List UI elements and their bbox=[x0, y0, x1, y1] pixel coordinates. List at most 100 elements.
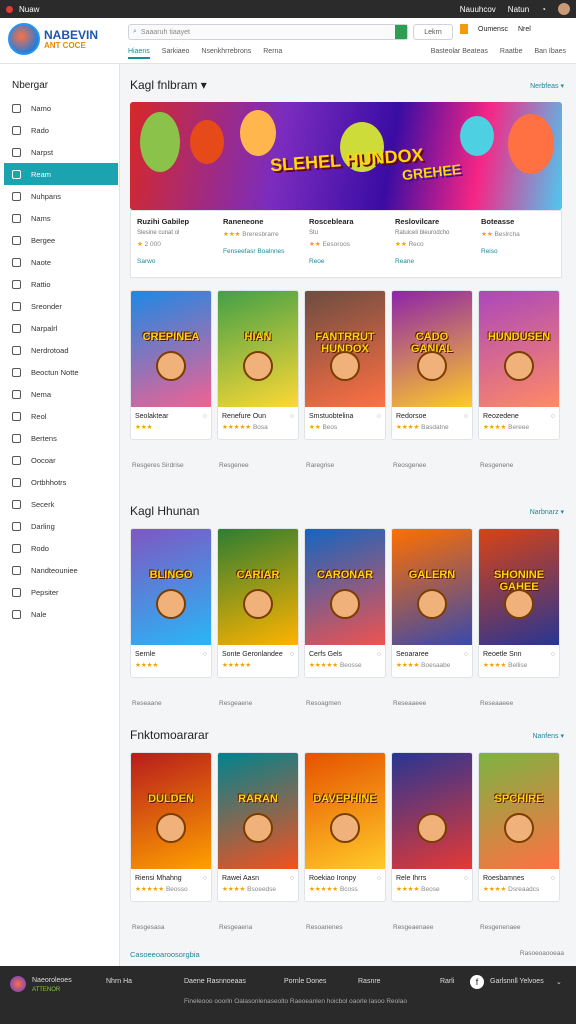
section-link-3[interactable]: Nanfens ▾ bbox=[532, 732, 564, 740]
footer-link-4[interactable]: Rasnre bbox=[358, 978, 381, 985]
sidebar-item[interactable]: Ortbhhotrs bbox=[0, 471, 119, 493]
info-icon[interactable]: ○ bbox=[290, 413, 294, 420]
game-thumbnail[interactable]: GALERN bbox=[392, 529, 472, 645]
game-card[interactable]: GALERN Seoararee ○ ★★★★ Boesaabe bbox=[391, 528, 473, 678]
site-logo[interactable]: NABEVIN ANT COCE bbox=[8, 23, 98, 55]
sidebar-item[interactable]: Rodo bbox=[0, 537, 119, 559]
game-card[interactable]: HUNDUSEN Reozedene ○ ★★★★ Bereee bbox=[478, 290, 560, 440]
nav-right-3[interactable]: Ban Ibaes bbox=[534, 48, 566, 55]
game-card[interactable]: BLINGO Sernle ○ ★★★★ bbox=[130, 528, 212, 678]
info-icon[interactable]: ○ bbox=[203, 413, 207, 420]
sidebar-item[interactable]: Ream bbox=[4, 163, 118, 185]
info-icon[interactable]: ○ bbox=[290, 875, 294, 882]
game-card[interactable]: CARIAR Sonte Geronlandee ○ ★★★★★ bbox=[217, 528, 299, 678]
game-thumbnail[interactable]: SHONINE GAHEE bbox=[479, 529, 559, 645]
game-thumbnail[interactable]: FANTRRUT HUNDOX bbox=[305, 291, 385, 407]
section-link-2[interactable]: Narbnarz ▾ bbox=[530, 508, 564, 516]
info-icon[interactable]: ○ bbox=[464, 413, 468, 420]
info-icon[interactable]: ○ bbox=[551, 651, 555, 658]
game-card[interactable]: CADO GANIAL Redorsoe ○ ★★★★ Basdatne bbox=[391, 290, 473, 440]
section-title-2[interactable]: Kagl Hhunan bbox=[130, 504, 199, 518]
sidebar-item[interactable]: Nuhpans bbox=[0, 185, 119, 207]
footer-link-1[interactable]: Nhrn Ha bbox=[106, 978, 132, 985]
sidebar-item[interactable]: Narpalrl bbox=[0, 317, 119, 339]
game-card[interactable]: SHONINE GAHEE Reoetle Snn ○ ★★★★ Bellise bbox=[478, 528, 560, 678]
sidebar-item[interactable]: Nandteouniee bbox=[0, 559, 119, 581]
info-icon[interactable]: ○ bbox=[464, 875, 468, 882]
sidebar-item[interactable]: Nema bbox=[0, 383, 119, 405]
nav-right-1[interactable]: Basteolar Beateas bbox=[431, 48, 488, 55]
sidebar-item[interactable]: Rado bbox=[0, 119, 119, 141]
featured-link[interactable]: Fenseefasr Boalnnes bbox=[223, 248, 307, 255]
sidebar-item[interactable]: Oocoar bbox=[0, 449, 119, 471]
sidebar-item[interactable]: Narpst bbox=[0, 141, 119, 163]
sidebar-item[interactable]: Darling bbox=[0, 515, 119, 537]
game-card[interactable]: DULDEN Riensi Mhahng ○ ★★★★★ Beosso bbox=[130, 752, 212, 902]
game-card[interactable]: FANTRRUT HUNDOX Smstuobtelina ○ ★★ Beos bbox=[304, 290, 386, 440]
header-link-1[interactable]: Oumensc bbox=[478, 26, 508, 33]
game-card[interactable]: DAVEPHINE Roekiao Ironpy ○ ★★★★★ Bcoss bbox=[304, 752, 386, 902]
featured-link[interactable]: Reiso bbox=[481, 248, 565, 255]
footer-link-5[interactable]: Rarli bbox=[440, 978, 454, 985]
game-thumbnail[interactable]: CARIAR bbox=[218, 529, 298, 645]
game-thumbnail[interactable]: DULDEN bbox=[131, 753, 211, 869]
bottom-link[interactable]: Casoeeoaroosorgbia bbox=[130, 950, 200, 959]
game-thumbnail[interactable]: BLINGO bbox=[131, 529, 211, 645]
topbar-link-1[interactable]: Nauuhcov bbox=[460, 5, 496, 14]
info-icon[interactable]: ○ bbox=[377, 651, 381, 658]
info-icon[interactable]: ○ bbox=[377, 875, 381, 882]
section-title-3[interactable]: Fnktomoararar bbox=[130, 728, 209, 742]
game-card[interactable]: HIAN Renefure Oun ○ ★★★★★ Bosa bbox=[217, 290, 299, 440]
sidebar-item[interactable]: Namo bbox=[0, 97, 119, 119]
featured-link[interactable]: Sarwo bbox=[137, 258, 221, 265]
game-thumbnail[interactable]: HUNDUSEN bbox=[479, 291, 559, 407]
section-link-featured[interactable]: Nerbfeas ▾ bbox=[530, 82, 564, 90]
avatar[interactable] bbox=[558, 3, 570, 15]
nav-right-2[interactable]: Raatbe bbox=[500, 48, 523, 55]
footer-link-2[interactable]: Daene Rasnnoeaas bbox=[184, 978, 246, 985]
nav-tab-2[interactable]: Sarkiaeo bbox=[162, 48, 190, 59]
bottom-right-link[interactable]: Rasoeoaooeaa bbox=[520, 950, 564, 957]
game-thumbnail[interactable]: CADO GANIAL bbox=[392, 291, 472, 407]
featured-link[interactable]: Reane bbox=[395, 258, 479, 265]
facebook-icon[interactable]: f bbox=[470, 975, 484, 989]
game-thumbnail[interactable]: CARONAR bbox=[305, 529, 385, 645]
sidebar-item[interactable]: Nerdrotoad bbox=[0, 339, 119, 361]
game-card[interactable]: CREPINEA Seolaktear ○ ★★★ bbox=[130, 290, 212, 440]
info-icon[interactable]: ○ bbox=[464, 651, 468, 658]
game-card[interactable]: SPCHIRE Roesbamnes ○ ★★★★ Dsreaadcs bbox=[478, 752, 560, 902]
featured-item[interactable]: Reslovilcare Ratuiceli bleurodcho ★★ Reco R… bbox=[395, 217, 479, 265]
info-icon[interactable]: ○ bbox=[203, 651, 207, 658]
notification-icon[interactable]: ◔ bbox=[541, 5, 546, 14]
sidebar-item[interactable]: Secerk bbox=[0, 493, 119, 515]
featured-item[interactable]: Raneneone ★★★ Breresbrarre Fenseefasr Boal… bbox=[223, 217, 307, 255]
header-link-2[interactable]: Nrel bbox=[518, 26, 531, 33]
search-button[interactable] bbox=[395, 25, 407, 39]
featured-item[interactable]: Roscebleara Stu ★★ Eesoroos Reoe bbox=[309, 217, 393, 265]
game-thumbnail[interactable] bbox=[392, 753, 472, 869]
game-thumbnail[interactable]: DAVEPHINE bbox=[305, 753, 385, 869]
game-card[interactable]: Rele Ihrrs ○ ★★★★ Beose bbox=[391, 752, 473, 902]
nav-tab-3[interactable]: Nsenkhrrebrons bbox=[201, 48, 251, 59]
featured-item[interactable]: Ruzihi Gabilep Slesine cunat ol ★ 2 000 Sar… bbox=[137, 217, 221, 265]
nav-tab-4[interactable]: Rerna bbox=[263, 48, 282, 59]
footer-link-3[interactable]: Pornle Dones bbox=[284, 978, 326, 985]
info-icon[interactable]: ○ bbox=[377, 413, 381, 420]
search-input[interactable]: ⌕ Saaaruh tiaayet bbox=[128, 24, 408, 40]
info-icon[interactable]: ○ bbox=[551, 413, 555, 420]
featured-link[interactable]: Reoe bbox=[309, 258, 393, 265]
game-thumbnail[interactable]: SPCHIRE bbox=[479, 753, 559, 869]
sidebar-item[interactable]: Reol bbox=[0, 405, 119, 427]
game-thumbnail[interactable]: HIAN bbox=[218, 291, 298, 407]
info-icon[interactable]: ○ bbox=[551, 875, 555, 882]
game-card[interactable]: RARAN Rawei Aasn ○ ★★★★ Bsoeedse bbox=[217, 752, 299, 902]
topbar-link-2[interactable]: Natun bbox=[508, 5, 529, 14]
section-title-featured[interactable]: Kagl fnlbram ▾ bbox=[130, 78, 207, 92]
footer-link-6[interactable]: Garlsnnll Yelvoes bbox=[490, 978, 544, 985]
sidebar-item[interactable]: Rattio bbox=[0, 273, 119, 295]
game-thumbnail[interactable]: RARAN bbox=[218, 753, 298, 869]
info-icon[interactable]: ○ bbox=[290, 651, 294, 658]
sidebar-item[interactable]: Naote bbox=[0, 251, 119, 273]
sidebar-item[interactable]: Bertens bbox=[0, 427, 119, 449]
sidebar-item[interactable]: Sreonder bbox=[0, 295, 119, 317]
